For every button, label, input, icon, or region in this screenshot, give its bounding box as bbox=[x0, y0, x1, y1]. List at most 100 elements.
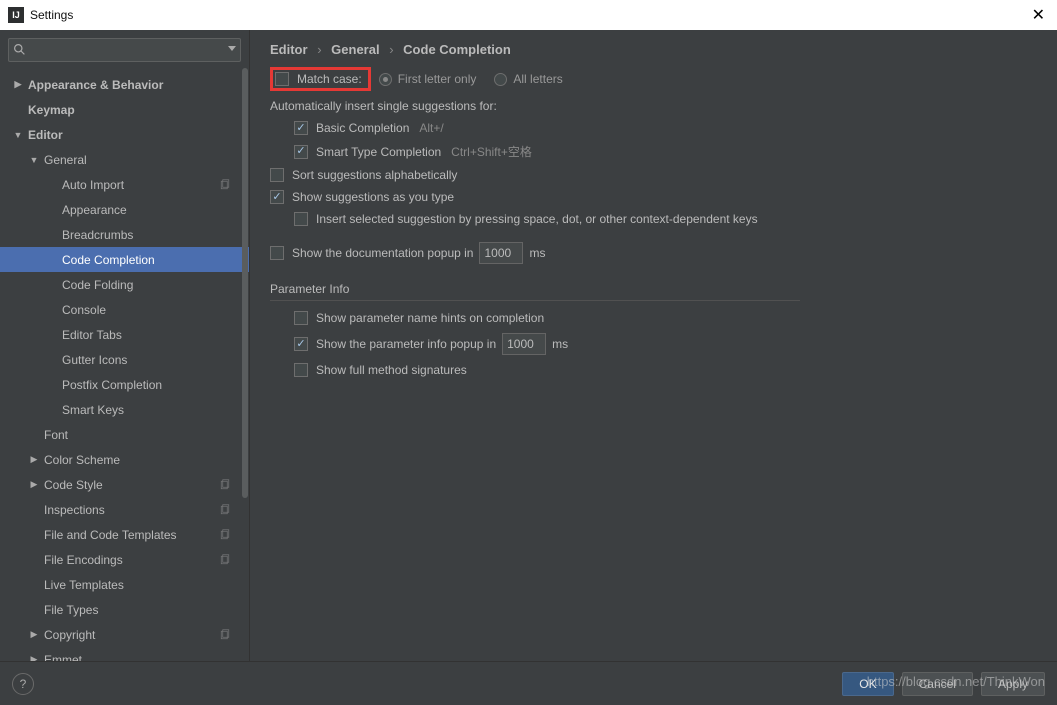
copy-icon[interactable] bbox=[219, 179, 231, 191]
search-input[interactable] bbox=[8, 38, 241, 62]
sidebar-item-gutter-icons[interactable]: Gutter Icons bbox=[0, 347, 249, 372]
show-as-type-label: Show suggestions as you type bbox=[292, 190, 454, 204]
cancel-button[interactable]: Cancel bbox=[902, 672, 973, 696]
sidebar-item-label: File Encodings bbox=[44, 553, 219, 567]
breadcrumb-general[interactable]: General bbox=[331, 42, 379, 57]
insert-keys-row: Insert selected suggestion by pressing s… bbox=[270, 212, 1037, 226]
sidebar-item-smart-keys[interactable]: Smart Keys bbox=[0, 397, 249, 422]
show-as-type-checkbox[interactable] bbox=[270, 190, 284, 204]
param-popup-row: Show the parameter info popup in ms bbox=[270, 333, 1037, 355]
full-sig-checkbox[interactable] bbox=[294, 363, 308, 377]
sort-alpha-checkbox[interactable] bbox=[270, 168, 284, 182]
sidebar-item-appearance[interactable]: Appearance bbox=[0, 197, 249, 222]
sidebar-item-general[interactable]: ▼ General bbox=[0, 147, 249, 172]
breadcrumb-code-completion: Code Completion bbox=[403, 42, 511, 57]
sidebar-item-file-and-code-templates[interactable]: File and Code Templates bbox=[0, 522, 249, 547]
tree-arrow-icon[interactable]: ▶ bbox=[28, 654, 40, 661]
sidebar-item-code-folding[interactable]: Code Folding bbox=[0, 272, 249, 297]
search-wrap bbox=[0, 30, 249, 70]
doc-popup-input[interactable] bbox=[479, 242, 523, 264]
sidebar-item-label: Live Templates bbox=[44, 578, 249, 592]
sidebar-item-label: Postfix Completion bbox=[62, 378, 249, 392]
sidebar-item-label: Breadcrumbs bbox=[62, 228, 249, 242]
sidebar-item-label: Auto Import bbox=[62, 178, 219, 192]
param-popup-label: Show the parameter info popup in bbox=[316, 337, 496, 351]
sidebar-item-label: Editor bbox=[28, 128, 249, 142]
copy-icon[interactable] bbox=[219, 629, 231, 641]
sidebar-item-label: Gutter Icons bbox=[62, 353, 249, 367]
doc-popup-checkbox[interactable] bbox=[270, 246, 284, 260]
breadcrumb-sep: › bbox=[389, 42, 393, 57]
smart-completion-row: Smart Type Completion Ctrl+Shift+空格 bbox=[270, 143, 1037, 160]
sidebar-item-appearance-behavior[interactable]: ▶Appearance & Behavior bbox=[0, 72, 249, 97]
smart-completion-checkbox[interactable] bbox=[294, 145, 308, 159]
help-button[interactable]: ? bbox=[12, 673, 34, 695]
settings-tree[interactable]: ▶Appearance & BehaviorKeymap ▼ Editor ▼ Gene… bbox=[0, 70, 249, 661]
copy-icon[interactable] bbox=[219, 479, 231, 491]
sort-alpha-row: Sort suggestions alphabetically bbox=[270, 168, 1037, 182]
apply-button[interactable]: Apply bbox=[981, 672, 1045, 696]
sidebar-item-inspections[interactable]: Inspections bbox=[0, 497, 249, 522]
sidebar-item-color-scheme[interactable]: ▶ Color Scheme bbox=[0, 447, 249, 472]
sidebar-item-label: Code Folding bbox=[62, 278, 249, 292]
tree-arrow-icon[interactable]: ▶ bbox=[28, 454, 40, 465]
tree-arrow-icon[interactable]: ▶ bbox=[12, 79, 24, 90]
match-case-highlight: Match case: bbox=[270, 67, 371, 91]
param-hints-checkbox[interactable] bbox=[294, 311, 308, 325]
sidebar-item-postfix-completion[interactable]: Postfix Completion bbox=[0, 372, 249, 397]
first-letter-label: First letter only bbox=[398, 72, 477, 86]
sidebar-item-code-completion[interactable]: Code Completion bbox=[0, 247, 249, 272]
copy-icon[interactable] bbox=[219, 554, 231, 566]
all-letters-label: All letters bbox=[513, 72, 562, 86]
first-letter-radio[interactable] bbox=[379, 73, 392, 86]
sidebar-item-label: Code Completion bbox=[62, 253, 249, 267]
full-sig-row: Show full method signatures bbox=[270, 363, 1037, 377]
sidebar-item-label: Smart Keys bbox=[62, 403, 249, 417]
scrollbar-thumb[interactable] bbox=[242, 68, 248, 498]
title-bar: IJ Settings ✕ bbox=[0, 0, 1057, 30]
doc-popup-ms: ms bbox=[529, 246, 545, 260]
sidebar-item-file-encodings[interactable]: File Encodings bbox=[0, 547, 249, 572]
sidebar-item-breadcrumbs[interactable]: Breadcrumbs bbox=[0, 222, 249, 247]
match-case-checkbox[interactable] bbox=[275, 72, 289, 86]
sidebar-item-code-style[interactable]: ▶Code Style bbox=[0, 472, 249, 497]
insert-keys-label: Insert selected suggestion by pressing s… bbox=[316, 212, 758, 226]
sidebar-item-live-templates[interactable]: Live Templates bbox=[0, 572, 249, 597]
tree-arrow-icon[interactable]: ▼ bbox=[28, 155, 40, 165]
sidebar-item-copyright[interactable]: ▶ Copyright bbox=[0, 622, 249, 647]
sidebar-item-emmet[interactable]: ▶Emmet bbox=[0, 647, 249, 661]
close-icon[interactable]: ✕ bbox=[1028, 5, 1049, 25]
sidebar-item-keymap[interactable]: Keymap bbox=[0, 97, 249, 122]
sidebar-item-font[interactable]: Font bbox=[0, 422, 249, 447]
copy-icon[interactable] bbox=[219, 504, 231, 516]
copy-icon[interactable] bbox=[219, 529, 231, 541]
sidebar-item-label: File Types bbox=[44, 603, 249, 617]
sidebar-item-console[interactable]: Console bbox=[0, 297, 249, 322]
chevron-down-icon[interactable] bbox=[228, 46, 236, 52]
footer: ? OK Cancel Apply bbox=[0, 661, 1057, 705]
sidebar-item-auto-import[interactable]: Auto Import bbox=[0, 172, 249, 197]
sidebar-item-editor[interactable]: ▼ Editor bbox=[0, 122, 249, 147]
sidebar: ▶Appearance & BehaviorKeymap ▼ Editor ▼ Gene… bbox=[0, 30, 250, 661]
all-letters-radio[interactable] bbox=[494, 73, 507, 86]
sidebar-item-label: Appearance bbox=[62, 203, 249, 217]
tree-arrow-icon[interactable]: ▼ bbox=[12, 130, 24, 140]
ok-button[interactable]: OK bbox=[842, 672, 893, 696]
window-title: Settings bbox=[30, 8, 1028, 22]
breadcrumb-editor[interactable]: Editor bbox=[270, 42, 308, 57]
sidebar-item-label: General bbox=[44, 153, 249, 167]
sidebar-item-file-types[interactable]: File Types bbox=[0, 597, 249, 622]
sidebar-item-label: Editor Tabs bbox=[62, 328, 249, 342]
insert-keys-checkbox[interactable] bbox=[294, 212, 308, 226]
basic-completion-checkbox[interactable] bbox=[294, 121, 308, 135]
basic-completion-label: Basic Completion bbox=[316, 121, 409, 135]
sidebar-item-label: Copyright bbox=[44, 628, 219, 642]
sidebar-item-label: Color Scheme bbox=[44, 453, 249, 467]
param-popup-checkbox[interactable] bbox=[294, 337, 308, 351]
param-popup-input[interactable] bbox=[502, 333, 546, 355]
param-hints-label: Show parameter name hints on completion bbox=[316, 311, 544, 325]
auto-insert-heading: Automatically insert single suggestions … bbox=[270, 99, 1037, 113]
tree-arrow-icon[interactable]: ▶ bbox=[28, 629, 40, 640]
sidebar-item-editor-tabs[interactable]: Editor Tabs bbox=[0, 322, 249, 347]
tree-arrow-icon[interactable]: ▶ bbox=[28, 479, 40, 490]
